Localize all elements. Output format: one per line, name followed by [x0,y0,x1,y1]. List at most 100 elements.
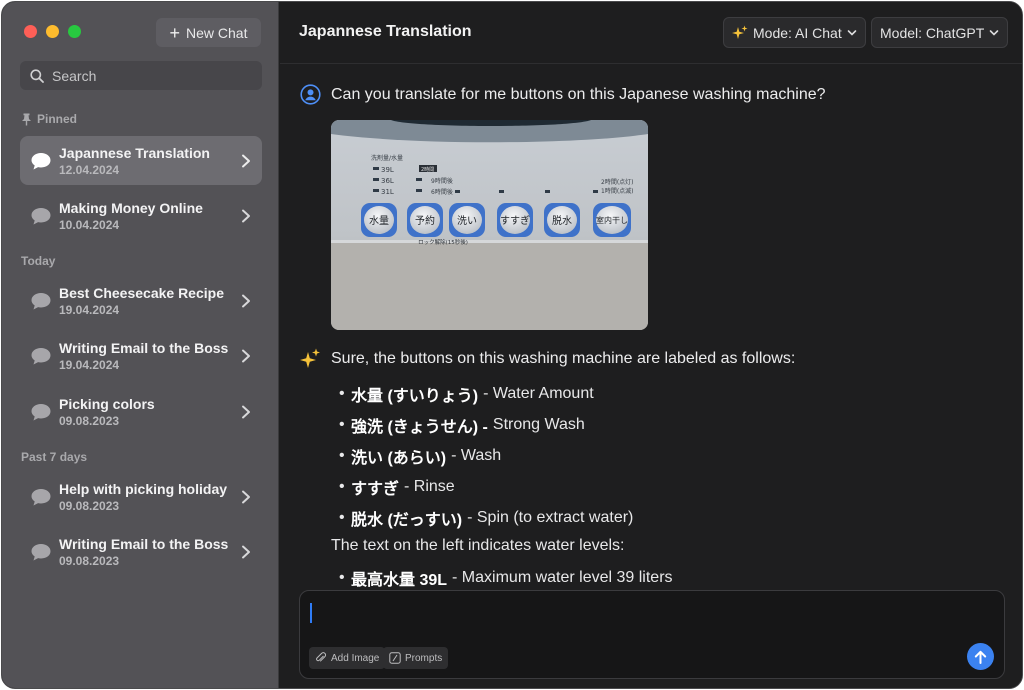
chat-title: Help with picking holiday [59,480,228,497]
sidebar-item-writing-email-boss[interactable]: Writing Email to the Boss 19.04.2024 [20,331,262,380]
chevron-right-icon [242,405,250,418]
sparkle-icon [300,348,320,368]
text-cursor [310,603,312,623]
washing-machine-photo[interactable]: 洗剤量/水量 39L 36L 31L 2時間 9時間後 6時間後 2時間(点灯)… [331,120,648,330]
model-label: Model: ChatGPT [880,24,985,41]
search-input[interactable] [52,67,252,84]
sidebar-item-writing-email-boss-2[interactable]: Writing Email to the Boss 09.08.2023 [20,527,262,576]
add-image-button[interactable]: Add Image [309,647,386,669]
app-window: + New Chat Pinned Japannese Translati [1,1,1023,689]
chevron-right-icon [242,154,250,167]
prompts-label: Prompts [405,652,443,664]
chevron-down-icon [989,29,999,36]
chat-bubble-icon [31,207,51,224]
model-dropdown[interactable]: Model: ChatGPT [871,17,1009,48]
chat-date: 09.08.2023 [59,413,120,428]
list-item: • 水量 (すいりょう) - Water Amount [339,384,594,405]
photo-text: 36L [381,177,394,185]
chat-bubble-icon [31,347,51,364]
sidebar: + New Chat Pinned Japannese Translati [2,2,279,688]
list-item: • すすぎ - Rinse [339,477,455,498]
chat-date: 19.04.2024 [59,357,120,372]
prompts-button[interactable]: Prompts [383,647,449,669]
photo-image: 洗剤量/水量 39L 36L 31L 2時間 9時間後 6時間後 2時間(点灯)… [331,120,648,330]
chat-bubble-icon [31,543,51,560]
section-pinned: Pinned [21,112,77,126]
photo-text: 2時間 [421,167,434,173]
paperclip-icon [316,652,327,662]
user-message: Can you translate for me buttons on this… [300,84,826,105]
section-past-7-days: Past 7 days [21,450,88,464]
section-today: Today [21,254,56,268]
send-button[interactable] [967,643,994,670]
photo-text: すすぎ [500,214,530,227]
new-chat-button[interactable]: + New Chat [156,18,261,47]
photo-text: 31L [381,188,394,196]
message-list: Can you translate for me buttons on this… [280,65,1022,587]
sidebar-item-best-cheesecake-recipe[interactable]: Best Cheesecake Recipe 19.04.2024 [20,276,262,325]
mode-label: Mode: AI Chat [753,24,842,41]
chevron-right-icon [242,545,250,558]
ai-translation-list: • 水量 (すいりょう) - Water Amount • 強洗 (きょうせん) -S… [331,378,633,533]
sidebar-item-making-money-online[interactable]: Making Money Online 10.04.2024 [20,191,262,240]
list-item: • 洗い (あらい) - Wash [339,446,502,467]
chevron-right-icon [242,209,250,222]
chat-title: Picking colors [59,395,155,412]
list-item: • 脱水 (だっすい) - Spin (to extract water) [339,508,634,529]
message-composer[interactable]: Add Image Prompts [299,590,1005,679]
main-panel: Japannese Translation Mode: AI Chat Mode… [280,2,1022,688]
chevron-right-icon [242,294,250,307]
chat-date: 12.04.2024 [59,162,120,177]
add-image-label: Add Image [331,652,380,664]
photo-text: 洗剤量/水量 [371,154,403,162]
prompt-icon [389,652,401,664]
user-message-text: Can you translate for me buttons on this… [331,85,826,103]
ai-intro-text: Sure, the buttons on this washing machin… [331,349,796,367]
ai-message: Sure, the buttons on this washing machin… [300,348,795,369]
photo-text: 2時間(点灯) [601,178,634,186]
photo-text: 脱水 [552,214,572,227]
chat-title: Japannese Translation [59,144,210,161]
arrow-up-icon [974,650,987,664]
search-box[interactable] [20,61,262,90]
pin-icon [22,113,31,125]
ai-water-level-list: • 最高水量 39L - Maximum water level 39 liters [331,562,673,588]
chat-title: Best Cheesecake Recipe [59,284,224,301]
photo-text: 9時間後 [431,177,453,185]
chat-title: Writing Email to the Boss [59,535,229,552]
chat-title: Making Money Online [59,199,203,216]
chat-date: 19.04.2024 [59,302,120,317]
photo-text: 39L [381,166,394,174]
photo-text: ロック解除(15秒後) [418,238,468,246]
chat-date: 09.08.2023 [59,553,120,568]
sidebar-item-picking-colors[interactable]: Picking colors 09.08.2023 [20,387,262,436]
chat-bubble-icon [31,488,51,505]
minimize-window-button[interactable] [46,25,59,38]
search-icon [30,68,44,83]
photo-text: 1時間(点滅) [601,187,634,195]
window-controls [24,25,81,38]
chat-date: 09.08.2023 [59,498,120,513]
photo-text: 6時間後 [431,188,453,196]
mode-dropdown[interactable]: Mode: AI Chat [723,17,866,48]
ai-paragraph: The text on the left indicates water lev… [331,537,625,554]
close-window-button[interactable] [24,25,37,38]
photo-text: 洗い [457,215,477,227]
user-avatar-icon [300,84,321,105]
chat-bubble-icon [31,403,51,420]
chevron-right-icon [242,349,250,362]
chevron-down-icon [847,29,857,36]
zoom-window-button[interactable] [68,25,81,38]
chat-bubble-icon [31,292,51,309]
photo-text: 室内干し [596,215,628,225]
sidebar-item-help-picking-holiday[interactable]: Help with picking holiday 09.08.2023 [20,472,262,521]
chevron-right-icon [242,490,250,503]
chat-date: 10.04.2024 [59,217,120,232]
sparkle-icon [732,25,748,39]
photo-text: 水量 [369,215,389,227]
list-item: • 最高水量 39L - Maximum water level 39 liters [339,568,673,588]
new-chat-label: New Chat [186,24,248,41]
plus-icon: + [169,22,181,43]
sidebar-item-japannese-translation[interactable]: Japannese Translation 12.04.2024 [20,136,262,185]
page-title: Japannese Translation [299,23,472,40]
